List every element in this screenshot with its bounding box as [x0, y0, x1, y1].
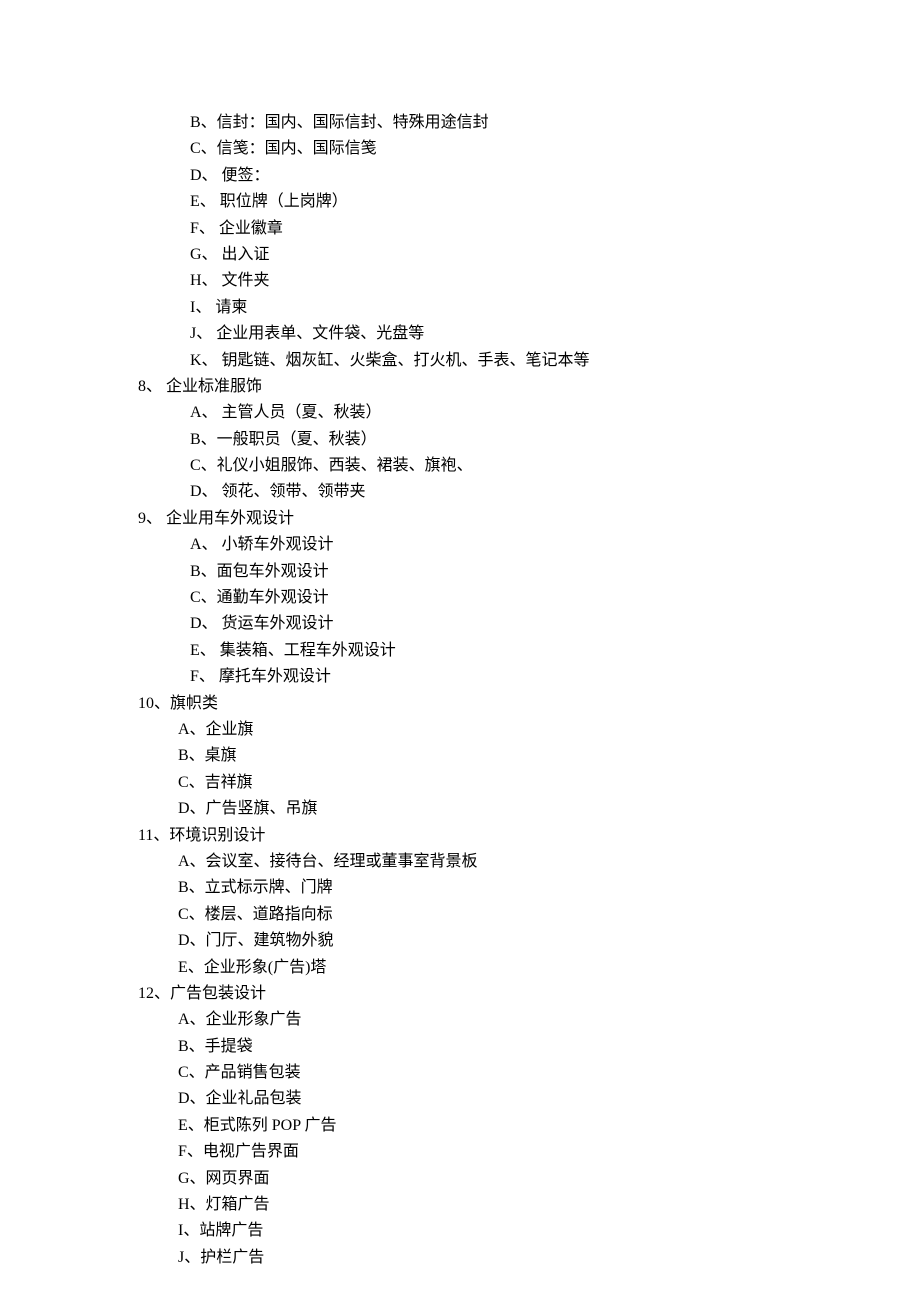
list-item: H、 文件夹 [138, 268, 920, 294]
list-item: F、 摩托车外观设计 [138, 664, 920, 690]
list-item: K、 钥匙链、烟灰缸、火柴盒、打火机、手表、笔记本等 [138, 348, 920, 374]
list-item: G、网页界面 [138, 1166, 920, 1192]
list-item: 9、 企业用车外观设计 [138, 506, 920, 532]
list-item: 11、环境识别设计 [138, 823, 920, 849]
list-item: C、通勤车外观设计 [138, 585, 920, 611]
list-item: I、站牌广告 [138, 1218, 920, 1244]
list-item: J、护栏广告 [138, 1245, 920, 1271]
list-item: C、产品销售包装 [138, 1060, 920, 1086]
list-item: F、 企业徽章 [138, 216, 920, 242]
document-content: B、信封：国内、国际信封、特殊用途信封C、信笺：国内、国际信笺D、 便签：E、 … [0, 110, 920, 1271]
list-item: B、信封：国内、国际信封、特殊用途信封 [138, 110, 920, 136]
list-item: 12、广告包装设计 [138, 981, 920, 1007]
list-item: C、楼层、道路指向标 [138, 902, 920, 928]
list-item: C、信笺：国内、国际信笺 [138, 136, 920, 162]
list-item: A、 小轿车外观设计 [138, 532, 920, 558]
list-item: D、 领花、领带、领带夹 [138, 479, 920, 505]
list-item: C、吉祥旗 [138, 770, 920, 796]
list-item: H、灯箱广告 [138, 1192, 920, 1218]
list-item: E、柜式陈列 POP 广告 [138, 1113, 920, 1139]
list-item: E、企业形象(广告)塔 [138, 955, 920, 981]
list-item: B、手提袋 [138, 1034, 920, 1060]
list-item: 8、 企业标准服饰 [138, 374, 920, 400]
list-item: D、 便签： [138, 163, 920, 189]
list-item: B、立式标示牌、门牌 [138, 875, 920, 901]
list-item: A、企业旗 [138, 717, 920, 743]
list-item: D、企业礼品包装 [138, 1086, 920, 1112]
list-item: B、面包车外观设计 [138, 559, 920, 585]
list-item: B、桌旗 [138, 743, 920, 769]
list-item: B、一般职员（夏、秋装） [138, 427, 920, 453]
list-item: E、 职位牌（上岗牌） [138, 189, 920, 215]
list-item: A、会议室、接待台、经理或董事室背景板 [138, 849, 920, 875]
list-item: 10、旗帜类 [138, 691, 920, 717]
list-item: A、企业形象广告 [138, 1007, 920, 1033]
list-item: I、 请柬 [138, 295, 920, 321]
list-item: F、电视广告界面 [138, 1139, 920, 1165]
list-item: D、广告竖旗、吊旗 [138, 796, 920, 822]
list-item: D、 货运车外观设计 [138, 611, 920, 637]
list-item: C、礼仪小姐服饰、西装、裙装、旗袍、 [138, 453, 920, 479]
list-item: J、 企业用表单、文件袋、光盘等 [138, 321, 920, 347]
list-item: E、 集装箱、工程车外观设计 [138, 638, 920, 664]
list-item: G、 出入证 [138, 242, 920, 268]
list-item: D、门厅、建筑物外貌 [138, 928, 920, 954]
list-item: A、 主管人员（夏、秋装） [138, 400, 920, 426]
